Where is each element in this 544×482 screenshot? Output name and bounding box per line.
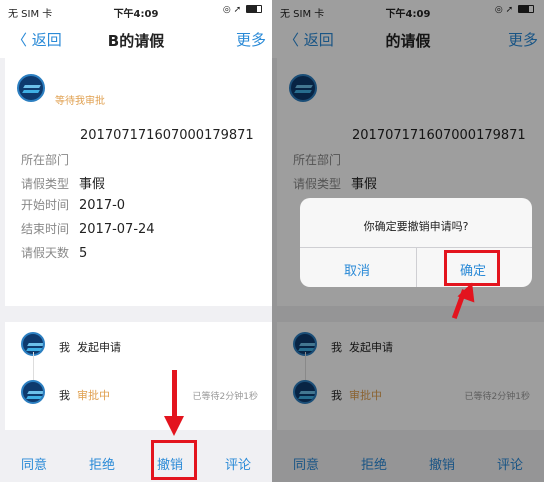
form-number: 20170717160700017987​1 — [80, 128, 254, 143]
battery-icon: ◎ ➚ — [223, 5, 262, 15]
timeline-item: 我 发起申请 — [59, 341, 121, 354]
avatar — [17, 74, 45, 102]
cancel-button[interactable]: 取消 — [344, 260, 370, 279]
comment-button[interactable]: 评论 — [225, 454, 251, 473]
highlight-box — [444, 250, 500, 286]
timeline-item: 我 审批中 — [59, 389, 110, 402]
screen-left: 无 SIM 卡 下午4:09 ◎ ➚ 〈 返回 B的请假 更多 等待我审批 20… — [0, 0, 272, 482]
dialog-message: 你确定要撤销申请吗? — [363, 220, 469, 233]
approval-status: 等待我审批 — [55, 96, 105, 107]
leave-detail-card: 等待我审批 20170717160700017987​1 所在部门 请假类型 事假… — [5, 58, 272, 306]
screen-right: 无 SIM 卡 下午4:09 ◎ ➚ 〈 返回 的请假 更多 201707171… — [272, 0, 544, 482]
action-bar: 同意 拒绝 撤销 评论 — [0, 444, 272, 482]
nav-bar: 〈 返回 B的请假 更多 — [0, 22, 272, 58]
field-leave-type: 请假类型 事假 — [21, 177, 106, 192]
dialog-divider — [416, 247, 417, 287]
approval-timeline: 我 发起申请 我 审批中 已等待2分钟1秒 — [5, 322, 272, 430]
field-department: 所在部门 — [21, 153, 70, 167]
more-button[interactable]: 更多 — [236, 29, 266, 50]
red-arrow-icon — [172, 370, 177, 418]
field-end-time: 结束时间 2017-07-24 — [21, 222, 155, 237]
reject-button[interactable]: 拒绝 — [89, 454, 115, 473]
avatar — [21, 380, 45, 404]
page-title: B的请假 — [107, 32, 165, 50]
arrow-head-icon — [164, 416, 184, 436]
highlight-box — [151, 440, 197, 480]
field-days: 请假天数 5 — [21, 246, 88, 261]
status-bar: 无 SIM 卡 下午4:09 ◎ ➚ — [0, 0, 272, 22]
field-start-time: 开始时间 2017-0 — [21, 198, 126, 213]
wait-time: 已等待2分钟1秒 — [192, 392, 258, 402]
agree-button[interactable]: 同意 — [21, 454, 47, 473]
